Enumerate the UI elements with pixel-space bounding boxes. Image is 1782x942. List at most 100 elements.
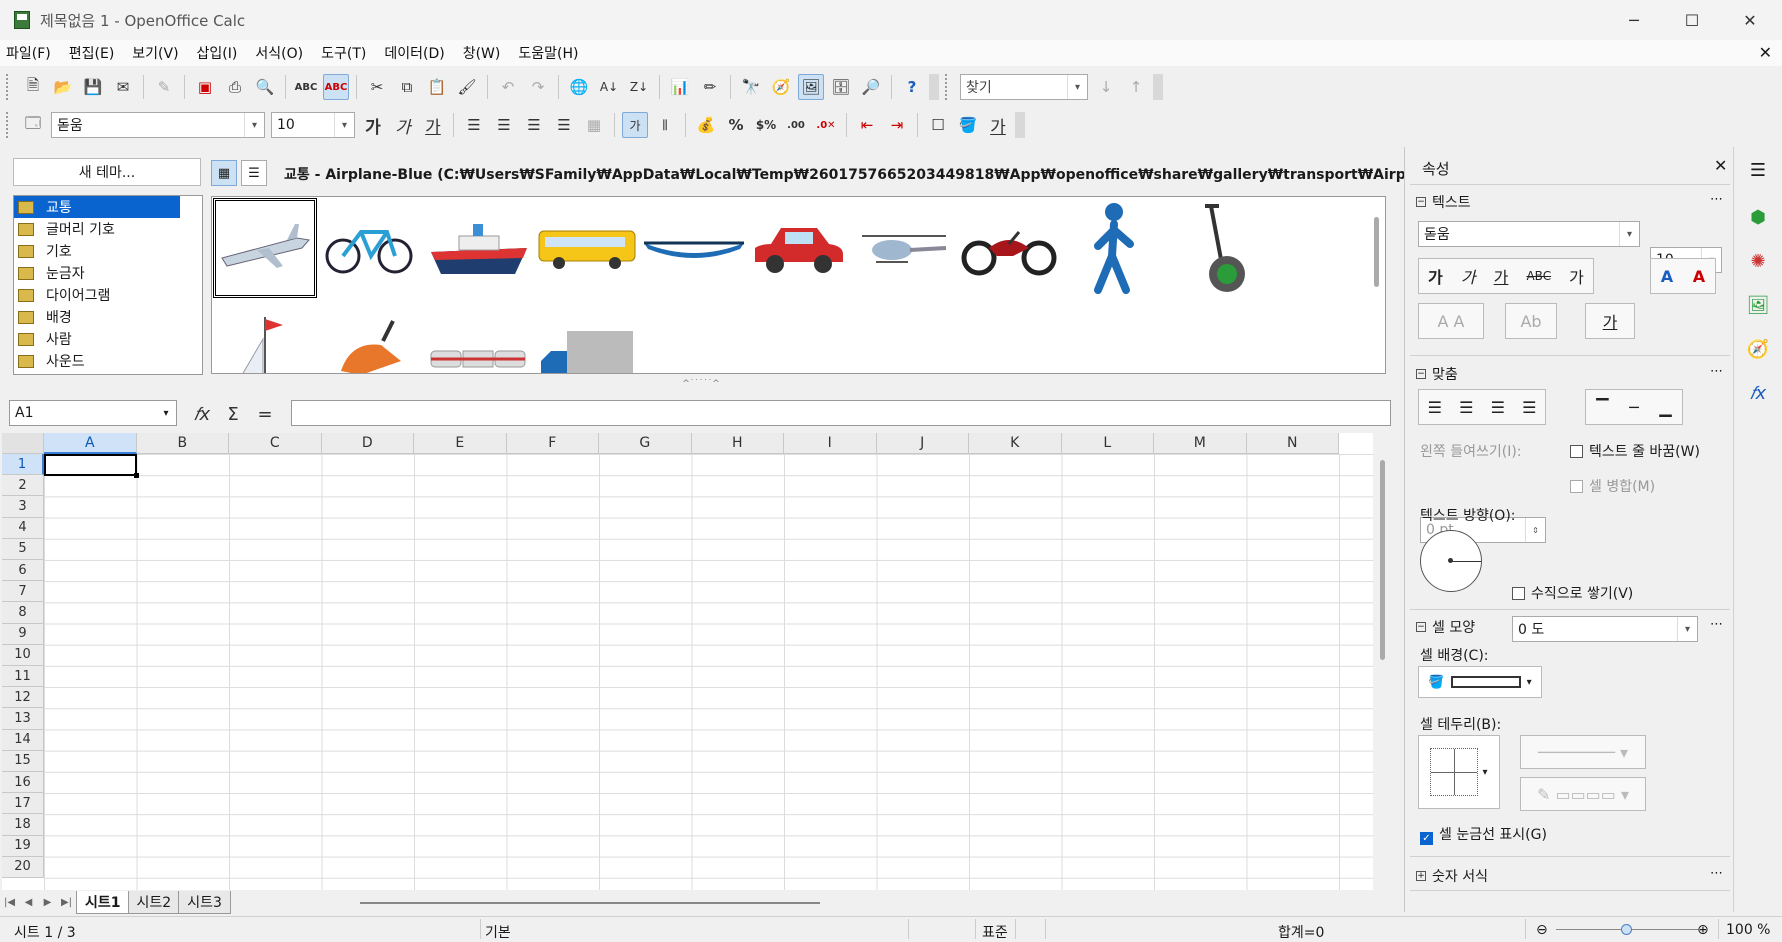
close-button[interactable]: ✕ [1721,0,1779,40]
increase-font-icon[interactable]: A [1661,267,1673,286]
decrease-font-icon[interactable]: A [1693,267,1705,286]
cell-more-options-icon[interactable]: ⋯ [1710,617,1724,632]
row-header[interactable]: 12 [2,687,44,709]
row-header[interactable]: 3 [2,496,44,518]
theme-item-sounds[interactable]: 사운드 [14,350,202,372]
gallery-tab-icon[interactable]: 🖼 [1743,290,1773,320]
row-header[interactable]: 2 [2,475,44,497]
percent-format-icon[interactable]: % [723,112,749,138]
gallery-splitter[interactable]: ^˙˙˙˙˙^ [0,380,1402,389]
chevron-down-icon[interactable]: ▾ [1677,617,1697,641]
increase-indent-icon[interactable]: ⇥ [884,112,910,138]
angle-box[interactable]: 0 도 ▾ [1512,616,1698,642]
column-header[interactable]: M [1154,433,1247,454]
row-header[interactable]: 15 [2,750,44,772]
row-header[interactable]: 19 [2,835,44,857]
find-next-icon[interactable]: ↓ [1093,74,1119,100]
new-theme-button[interactable]: 새 테마... [13,158,201,186]
cell-grid[interactable] [44,454,1373,890]
chevron-down-icon[interactable]: ▾ [1067,75,1087,99]
first-sheet-icon[interactable]: |◀ [0,897,19,908]
navigator-icon[interactable]: 🧭 [768,74,794,100]
column-header[interactable]: G [599,433,692,454]
vertical-scrollbar[interactable] [1375,450,1391,890]
row-header[interactable]: 16 [2,772,44,794]
function-wizard-icon[interactable]: 𝑓x [190,402,214,426]
column-header[interactable]: L [1061,433,1154,454]
row-header[interactable]: 14 [2,729,44,751]
strikethrough-icon[interactable]: ABC [1526,269,1551,283]
functions-tab-icon[interactable]: 𝑓x [1743,378,1773,408]
align-top-icon[interactable]: ▔ [1596,398,1608,417]
selection-mode[interactable]: 표준 [982,922,1008,942]
segway-icon[interactable] [1167,198,1271,298]
select-all-corner[interactable] [2,433,44,454]
justify-icon[interactable]: ☰ [1522,398,1536,417]
chevron-down-icon[interactable]: ▾ [244,113,264,137]
chevron-down-icon[interactable]: ▾ [1619,222,1639,246]
styles-tab-icon[interactable]: ✺ [1743,246,1773,276]
helicopter-icon[interactable] [852,198,956,298]
sidebar-menu-icon[interactable]: ☰ [1743,155,1773,185]
column-header[interactable]: B [136,433,229,454]
underline-icon[interactable]: 가 [420,112,446,138]
menu-insert[interactable]: 삽입(I) [197,43,238,63]
gallery-icon[interactable]: 🖼 [798,74,824,100]
zoom-level[interactable]: 100 % [1726,922,1770,938]
active-cell-cursor[interactable] [44,454,139,478]
wrap-text-checkbox[interactable]: 텍스트 줄 바꿈(W) [1570,441,1700,461]
row-header[interactable]: 1 [2,454,44,476]
align-middle-icon[interactable]: ─ [1629,398,1639,417]
car-icon[interactable] [747,198,851,298]
align-right-icon[interactable]: ☰ [1491,398,1505,417]
show-gridlines-checkbox[interactable]: ✓ 셀 눈금선 표시(G) [1420,824,1547,845]
align-left-icon[interactable]: ☰ [1428,398,1442,417]
merge-cells-checkbox[interactable]: 셀 병합(M) [1570,476,1655,496]
column-header[interactable]: N [1246,433,1339,454]
theme-item-diagrams[interactable]: 다이어그램 [14,284,202,306]
help-icon[interactable]: ? [899,74,925,100]
decrease-indent-icon[interactable]: ⇤ [854,112,880,138]
menu-data[interactable]: 데이터(D) [384,43,444,63]
prev-sheet-icon[interactable]: ◀ [19,897,38,908]
motorcycle-icon[interactable] [957,198,1061,298]
autospellcheck-icon[interactable]: ABC [323,74,349,100]
row-header[interactable]: 17 [2,793,44,815]
clone-format-icon[interactable]: 🖌 [454,74,480,100]
horizontal-scrollbar[interactable] [360,902,820,904]
export-pdf-icon[interactable]: ▣ [192,74,218,100]
number-format-section-header[interactable]: + 숫자 서식 [1416,866,1488,886]
chevron-down-icon[interactable]: ▾ [334,113,354,137]
paste-icon[interactable]: 📋 [424,74,450,100]
toolbar-overflow[interactable] [929,74,939,100]
background-color-icon[interactable]: 🪣 [955,112,981,138]
train-icon[interactable] [427,301,531,373]
column-header[interactable]: F [506,433,599,454]
zoom-slider-knob[interactable] [1621,924,1632,935]
align-right-icon[interactable]: ☰ [521,112,547,138]
zoom-out-icon[interactable]: ⊖ [1536,922,1548,938]
menu-format[interactable]: 서식(O) [255,43,303,63]
row-header[interactable]: 20 [2,856,44,878]
formula-input[interactable] [291,400,1391,426]
school-bus-icon[interactable] [535,198,639,298]
chart-icon[interactable]: 📊 [667,74,693,100]
menu-window[interactable]: 창(W) [463,43,501,63]
airplane-icon[interactable] [213,198,317,298]
text-more-options-icon[interactable]: ⋯ [1710,192,1724,207]
pedestrian-icon[interactable] [1062,198,1166,298]
find-input[interactable]: 찾기 ▾ [960,74,1088,100]
find-replace-icon[interactable]: 🔭 [738,74,764,100]
delete-decimal-icon[interactable]: .0✕ [813,112,839,138]
menu-edit[interactable]: 편집(E) [69,43,115,63]
properties-tab-icon[interactable]: ⬢ [1743,202,1773,232]
sheet-tab-1[interactable]: 시트1 [76,890,130,914]
theme-item-bullets[interactable]: 글머리 기호 [14,218,202,240]
next-sheet-icon[interactable]: ▶ [38,897,57,908]
currency-format-icon[interactable]: 💰 [693,112,719,138]
theme-item-symbols[interactable]: 기호 [14,240,202,262]
shadow-icon[interactable]: 가 [1569,264,1584,288]
menu-help[interactable]: 도움말(H) [518,43,578,63]
column-header[interactable]: D [321,433,414,454]
cell-background-picker[interactable]: 🪣 ▾ [1418,666,1542,698]
